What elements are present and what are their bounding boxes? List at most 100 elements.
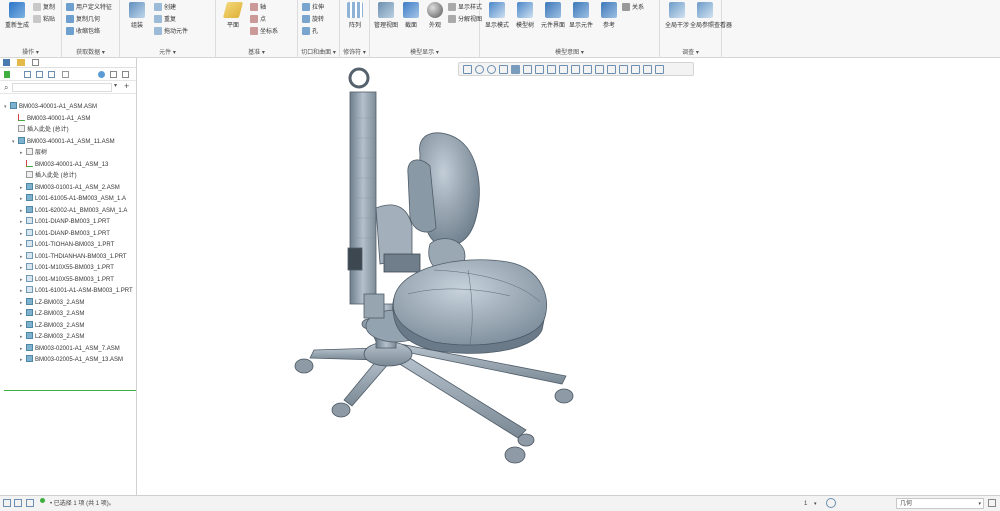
tree-row[interactable]: ▸ L001-DIANP-BM003_1.PRT bbox=[20, 228, 136, 240]
section-icon bbox=[403, 2, 419, 18]
reference-viewer-button[interactable]: 全局参照查看器 bbox=[690, 2, 732, 29]
tree-row[interactable]: ▸ L001-THDIANHAN-BM003_1.PRT bbox=[20, 251, 136, 263]
tree-row[interactable]: ▸ L001-M10X55-BM003_1.PRT bbox=[20, 263, 136, 274]
smart-filter-icon[interactable] bbox=[826, 498, 836, 508]
plane-button[interactable]: 平面 bbox=[218, 2, 248, 29]
point-icon bbox=[250, 15, 258, 24]
model-tree-tab-icon[interactable] bbox=[3, 59, 10, 66]
tree-row[interactable]: BM003-40001-A1_ASM_13 bbox=[20, 159, 136, 171]
tree-row[interactable]: ▸ L001-TIOHAN-BM003_1.PRT bbox=[20, 240, 136, 251]
revolve-icon bbox=[302, 15, 310, 24]
csys-button[interactable]: 坐标系 bbox=[250, 27, 278, 37]
chevron-down-icon[interactable]: ▾ bbox=[114, 82, 117, 89]
navigator-toggle-icon[interactable] bbox=[3, 499, 11, 507]
tree-row-label: 插入此处 (总计) bbox=[35, 173, 77, 179]
tree-row[interactable]: ▸ L001-DIANP-BM003_1.PRT bbox=[20, 217, 136, 228]
explode-icon bbox=[448, 15, 456, 24]
tree-search-input[interactable] bbox=[12, 83, 112, 92]
tree-row[interactable]: ▾ BM003-40001-A1_ASM_11.ASM bbox=[12, 136, 136, 148]
more-icon[interactable] bbox=[122, 71, 129, 78]
chair-model-3d[interactable] bbox=[138, 58, 1000, 495]
udf-button[interactable]: 用户定义特征 bbox=[66, 3, 112, 13]
hole-button[interactable]: 孔 bbox=[302, 27, 318, 37]
add-icon[interactable]: + bbox=[124, 81, 129, 91]
part-icon bbox=[26, 217, 33, 224]
appearance-sphere-icon bbox=[427, 2, 443, 18]
copy-geometry-button[interactable]: 复制几何 bbox=[66, 15, 100, 25]
tree-row[interactable]: ▸ 层树 bbox=[20, 148, 136, 159]
copy-geometry-icon bbox=[66, 15, 74, 24]
insert-here-indicator bbox=[4, 390, 136, 391]
tree-settings-icon[interactable] bbox=[24, 71, 31, 78]
coordinate-system-icon bbox=[26, 159, 33, 167]
copy-button[interactable]: 复制 bbox=[33, 3, 55, 13]
selection-filter-select[interactable]: 几何 ▾ bbox=[896, 498, 984, 509]
browser-toggle-icon[interactable] bbox=[14, 499, 22, 507]
tree-row[interactable]: ▸ BM003-01001-A1_ASM_2.ASM bbox=[20, 182, 136, 194]
tree-row[interactable]: ▸ L001-62002-A1_BM003_ASM_1.A bbox=[20, 205, 136, 217]
pattern-button[interactable]: 阵列 bbox=[340, 2, 370, 29]
global-interference-button[interactable]: 全局干涉 bbox=[662, 2, 692, 29]
tree-row[interactable]: 插入此处 (总计) bbox=[20, 171, 136, 182]
component-interface-button[interactable]: 元件界面 bbox=[538, 2, 568, 29]
tree-row[interactable]: ▸ L001-M10X55-BM003_1.PRT bbox=[20, 274, 136, 286]
full-screen-icon[interactable] bbox=[26, 499, 34, 507]
group-label: 操作 ▾ bbox=[22, 50, 39, 56]
display-mode-button[interactable]: 显示模式 bbox=[482, 2, 512, 29]
display-style-button[interactable]: 显示样式 bbox=[448, 3, 482, 13]
expand-icon[interactable] bbox=[48, 71, 55, 78]
reference-button[interactable]: 参考 bbox=[594, 2, 624, 29]
tree-row[interactable]: ▸ BM003-02005-A1_ASM_13.ASM bbox=[20, 355, 136, 366]
revolve-button[interactable]: 旋转 bbox=[302, 15, 324, 25]
paste-button[interactable]: 粘贴 bbox=[33, 15, 55, 25]
tree-row[interactable]: BM003-40001-A1_ASM bbox=[12, 113, 136, 125]
tree-row[interactable]: ▸ LZ-BM003_2.ASM bbox=[20, 320, 136, 332]
relations-button[interactable]: 关系 bbox=[622, 3, 644, 13]
tree-row[interactable]: ▸ LZ-BM003_2.ASM bbox=[20, 297, 136, 309]
tree-row[interactable]: ▸ LZ-BM003_2.ASM bbox=[20, 332, 136, 343]
show-component-button[interactable]: 显示元件 bbox=[566, 2, 596, 29]
tree-row[interactable]: ▸ BM003-02001-A1_ASM_7.ASM bbox=[20, 343, 136, 355]
columns-icon[interactable] bbox=[110, 71, 117, 78]
drag-component-button[interactable]: 拖动元件 bbox=[154, 27, 188, 37]
group-label: 获取数据 ▾ bbox=[76, 50, 105, 56]
assembly-icon bbox=[18, 136, 25, 144]
part-icon bbox=[26, 274, 33, 282]
model-tree-button[interactable]: 模型树 bbox=[510, 2, 540, 29]
repeat-button[interactable]: 重复 bbox=[154, 15, 176, 25]
tree-row[interactable]: ▾ BM003-40001-A1_ASM.ASM bbox=[4, 102, 136, 113]
assemble-icon bbox=[129, 2, 145, 18]
layer-icon[interactable] bbox=[62, 71, 69, 78]
point-button[interactable]: 点 bbox=[250, 15, 266, 25]
feature-icon bbox=[18, 125, 25, 132]
appearance-button[interactable]: 外观 bbox=[420, 2, 450, 29]
assembly-icon bbox=[26, 332, 33, 339]
chair-back-post bbox=[347, 67, 385, 319]
resize-grip-icon[interactable] bbox=[988, 499, 996, 507]
group-label: 模型显示 ▾ bbox=[410, 50, 439, 56]
tree-row[interactable]: ▸ L001-61005-A1-BM003_ASM_1.A bbox=[20, 194, 136, 205]
tree-row-label: L001-M10X55-BM003_1.PRT bbox=[35, 276, 114, 283]
tree-row-label: L001-61001-A1-ASM-BM003_1.PRT bbox=[35, 288, 133, 294]
assembly-icon bbox=[10, 102, 17, 109]
selection-count-chevron-icon[interactable]: ▾ bbox=[814, 499, 817, 509]
shrinkwrap-button[interactable]: 收缩包络 bbox=[66, 27, 100, 37]
tree-filter-icon[interactable] bbox=[4, 71, 10, 78]
axis-button[interactable]: 轴 bbox=[250, 3, 266, 13]
create-button[interactable]: 创建 bbox=[154, 3, 176, 13]
favorites-tab-icon[interactable] bbox=[32, 59, 39, 66]
settings-gear-icon[interactable] bbox=[98, 71, 105, 78]
global-interference-icon bbox=[669, 2, 685, 18]
tree-row[interactable]: 插入此处 (总计) bbox=[12, 125, 136, 136]
assembly-icon bbox=[26, 205, 33, 213]
regenerate-button[interactable]: 重新生成 bbox=[2, 2, 32, 29]
explode-view-button[interactable]: 分解视图 bbox=[448, 15, 482, 25]
extrude-button[interactable]: 拉伸 bbox=[302, 3, 324, 13]
tree-row[interactable]: ▸ L001-61001-A1-ASM-BM003_1.PRT bbox=[20, 286, 136, 297]
tree-row[interactable]: ▸ LZ-BM003_2.ASM bbox=[20, 309, 136, 320]
folder-tab-icon[interactable] bbox=[17, 59, 25, 66]
show-icon[interactable] bbox=[36, 71, 43, 78]
group-label: 元件 ▾ bbox=[159, 50, 176, 56]
assemble-button[interactable]: 组装 bbox=[122, 2, 152, 29]
graphics-window[interactable] bbox=[138, 58, 1000, 495]
